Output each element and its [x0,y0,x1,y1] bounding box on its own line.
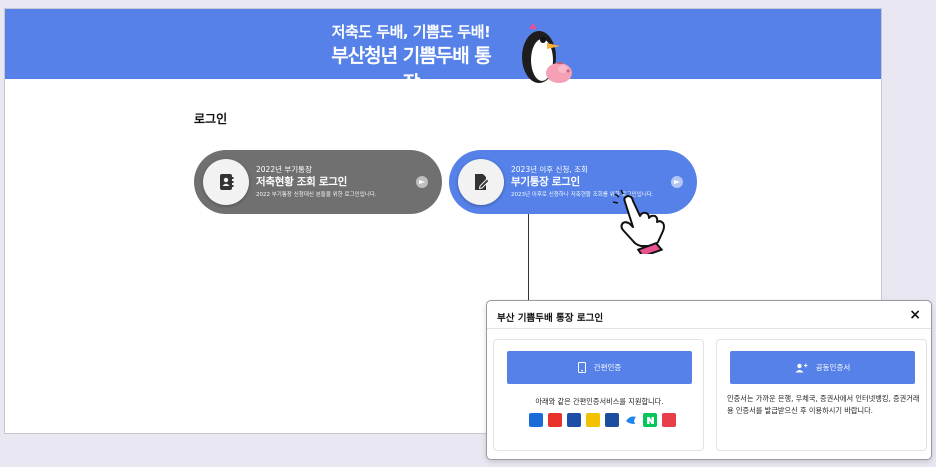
simple-auth-button[interactable]: 간편인증 [507,351,692,384]
joint-certificate-label: 공동인증서 [815,363,851,372]
pointing-hand-icon [612,189,665,254]
modal-divider [487,328,931,329]
samsung-pass-icon[interactable] [567,413,581,427]
joint-certificate-button[interactable]: 공동인증서 [730,351,915,384]
card-description: 2022 부기통장 신청대신 분들을 위한 로그인입니다. [256,192,377,198]
kakao-pay-icon[interactable] [529,413,543,427]
card-icon-circle [458,159,504,205]
users-icon [795,363,808,372]
simple-auth-description: 아래와 같은 간편인증서비스를 지원합니다. [535,397,664,406]
modal-title: 부산 기쁨두배 통장 로그인 [497,313,604,324]
card-title: 부기통장 로그인 [511,176,580,188]
card-icon-circle [203,159,249,205]
simple-auth-label: 간편인증 [593,363,622,372]
arrow-right-icon [416,176,428,188]
login-modal: 부산 기쁨두배 통장 로그인 × 간편인증 아래와 같은 간편인증서비스를 지원… [486,300,932,460]
smartphone-icon [577,362,586,373]
penguin-mascot-icon [522,23,572,83]
banner-slogan: 저축도 두배, 기쁨도 두배! [331,23,491,41]
shinhan-icon[interactable] [605,413,619,427]
header-banner: 저축도 두배, 기쁨도 두배! 부산청년 기쁨두배 통장 [5,9,881,94]
callout-line [528,214,529,310]
kb-icon[interactable] [586,413,600,427]
legacy-login-button[interactable]: 2022년 부기통장 저축현황 조회 로그인 2022 부기통장 신청대신 분들… [194,150,442,214]
login-heading: 로그인 [194,112,228,126]
simple-auth-panel: 간편인증 아래와 같은 간편인증서비스를 지원합니다. [493,339,704,451]
arrow-right-icon [671,176,683,188]
close-icon[interactable]: × [909,306,921,324]
edit-document-icon [475,174,490,190]
provider-list [529,413,676,427]
naver-icon[interactable] [643,413,657,427]
banner-title: 부산청년 기쁨두배 통장 [331,45,492,94]
card-title: 저축현황 조회 로그인 [256,176,347,188]
certificate-panel: 공동인증서 인증서는 가까운 은행, 우체국, 증권사에서 인터넷뱅킹, 증권거… [716,339,927,451]
pass-icon[interactable] [662,413,676,427]
payco-icon[interactable] [548,413,562,427]
toss-icon[interactable] [624,413,638,427]
address-book-icon [220,174,234,190]
certificate-description: 인증서는 가까운 은행, 우체국, 증권사에서 인터넷뱅킹, 증권거래용 인증서… [727,394,920,415]
